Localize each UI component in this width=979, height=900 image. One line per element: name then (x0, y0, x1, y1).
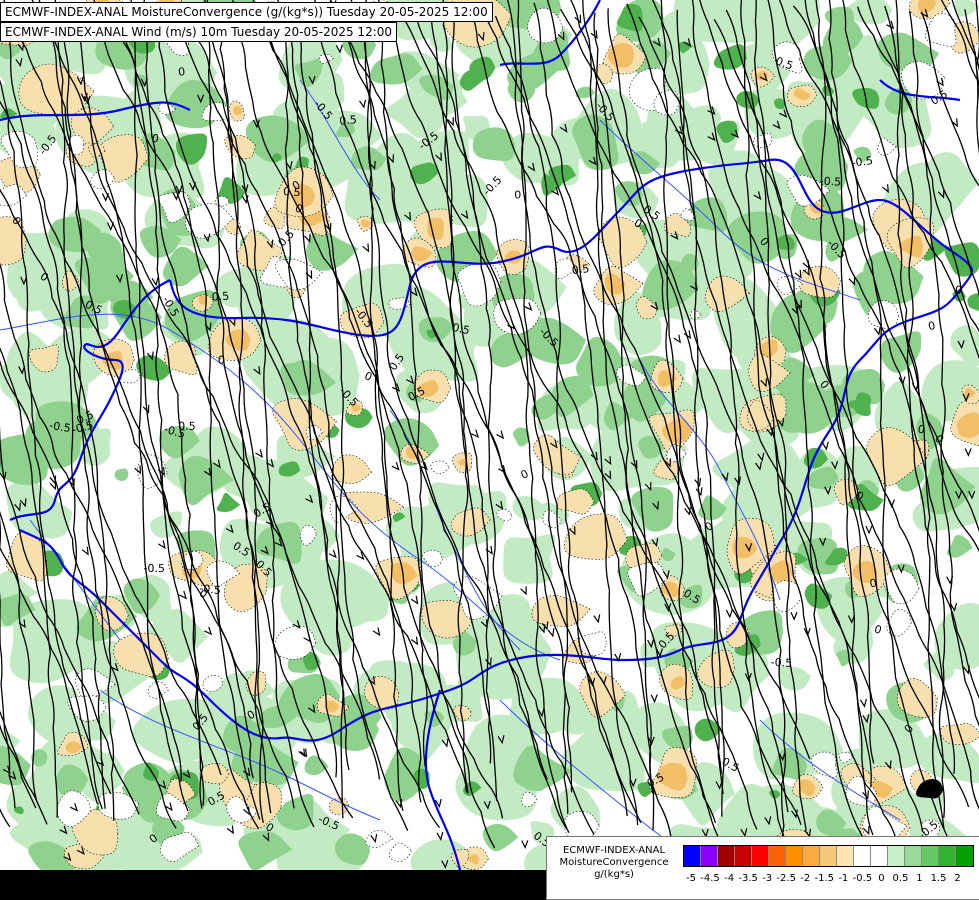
legend-swatch (701, 846, 718, 866)
contour-label: 0 (218, 354, 225, 367)
contour-label: 0 (514, 188, 521, 201)
legend-swatch (752, 846, 769, 866)
legend-tick-labels: -5 -4.5 -4 -3.5 -3 -2.5 -2 -1.5 -1 -0.5 0 0.5 1 1.5 2 (683, 873, 979, 887)
contour-label: -0.5 (851, 154, 874, 170)
legend-tick-label: -1.5 (814, 873, 835, 884)
legend-swatch (939, 846, 956, 866)
contour-label: -0.5 (199, 582, 222, 597)
map-title-moisture: ECMWF-INDEX-ANAL MoistureConvergence (g/… (0, 2, 493, 22)
contour-label: 0.5 (571, 262, 590, 277)
legend-swatch (854, 846, 871, 866)
legend-color-bar (683, 845, 974, 867)
contour-label: -0.5 (770, 656, 792, 670)
legend-swatch (820, 846, 837, 866)
legend-tick-label: 1 (916, 873, 923, 884)
map-title-wind: ECMWF-INDEX-ANAL Wind (m/s) 10m Tuesday … (0, 22, 398, 42)
legend-tick-label: -2 (800, 873, 811, 884)
legend-swatch (786, 846, 803, 866)
legend-tick-label: -2.5 (776, 873, 796, 884)
contour-label: 0 (178, 65, 186, 79)
contour-label: -0.5 (143, 562, 165, 575)
moisture-convergence-map[interactable]: 0.50.50.50.50.5-0.50.50.50-0.5-0.5-0.50.… (0, 0, 979, 870)
contour-label: -0.5 (819, 174, 841, 188)
legend-parameter: MoistureConvergence (559, 857, 669, 868)
convergence-area-light (503, 534, 556, 584)
legend-tick-label: 2 (954, 873, 961, 884)
legend-tick-label: -4 (724, 873, 735, 884)
contour-label: 0.5 (178, 420, 196, 433)
legend-caption: ECMWF-INDEX-ANAL MoistureConvergence g/(… (549, 845, 679, 881)
legend-model: ECMWF-INDEX-ANAL (562, 845, 666, 856)
legend-swatch (871, 846, 888, 866)
legend-tick-label: -3.5 (738, 873, 758, 884)
legend-tick-label: -3 (762, 873, 773, 884)
legend-swatch (769, 846, 786, 866)
contour-label: 0.5 (211, 290, 229, 304)
legend-swatch (922, 846, 939, 866)
legend-swatch (888, 846, 905, 866)
contour-label: 0 (954, 283, 962, 296)
legend-swatch (956, 846, 973, 866)
legend-tick-label: 1.5 (930, 873, 947, 884)
legend-tick-label: -0.5 (852, 873, 873, 884)
legend-swatch (735, 846, 752, 866)
contour-label: 0.5 (339, 113, 358, 127)
legend-tick-label: 0.5 (892, 873, 909, 884)
legend-tick-label: 0 (878, 873, 885, 884)
legend-swatch (718, 846, 735, 866)
color-legend: ECMWF-INDEX-ANAL MoistureConvergence g/(… (546, 836, 979, 900)
legend-swatch (684, 846, 701, 866)
legend-swatch (803, 846, 820, 866)
map-viewer: 0.5 0.5 0.5 0.5 0.5 -0.5 0.5 0.5 0 -0.5 -0.5 -0.5 0.… (0, 0, 979, 900)
legend-swatch (905, 846, 922, 866)
legend-unit: g/(kg*s) (594, 869, 634, 880)
legend-tick-label: -1 (838, 873, 849, 884)
legend-tick-label: -4.5 (700, 873, 720, 884)
convergence-area-mid (114, 468, 129, 482)
legend-swatch (837, 846, 854, 866)
legend-tick-label: -5 (686, 873, 696, 884)
